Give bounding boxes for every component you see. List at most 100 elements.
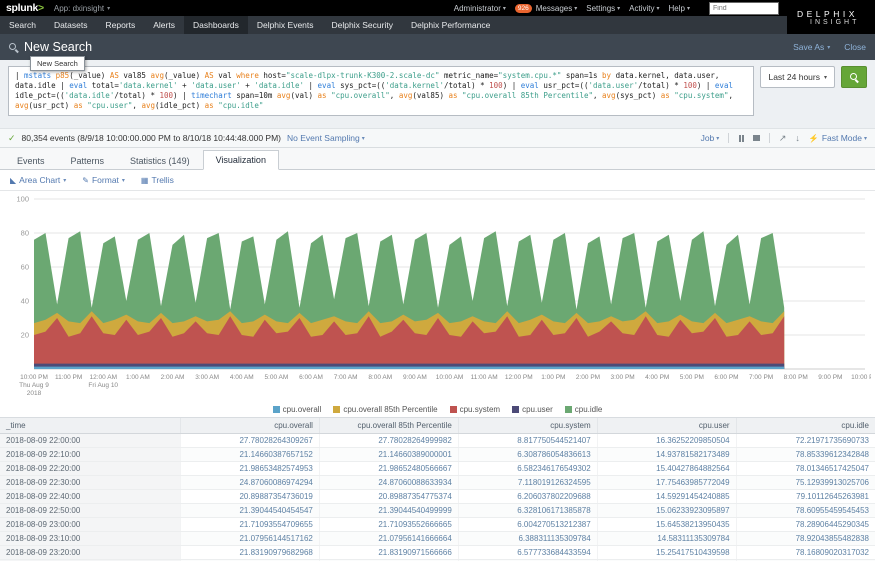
- find-input[interactable]: [709, 2, 779, 15]
- value-cell[interactable]: 27.78028264999982: [319, 434, 458, 448]
- legend-item-cpu-system[interactable]: cpu.system: [450, 405, 500, 414]
- value-cell[interactable]: 78.85339612342848: [736, 448, 875, 462]
- value-cell[interactable]: 6.308786054836613: [458, 448, 597, 462]
- time-cell[interactable]: 2018-08-09 22:00:00: [0, 434, 181, 448]
- tab-visualization[interactable]: Visualization: [203, 150, 279, 170]
- value-cell[interactable]: 78.01346517425047: [736, 462, 875, 476]
- nav-item-alerts[interactable]: Alerts: [144, 16, 184, 34]
- value-cell[interactable]: 78.28906445290345: [736, 518, 875, 532]
- value-cell[interactable]: 6.582346176549302: [458, 462, 597, 476]
- value-cell[interactable]: 21.71093552666665: [319, 518, 458, 532]
- value-cell[interactable]: 14.58311135309784: [597, 532, 736, 546]
- column-header-cpu-overall[interactable]: cpu.overall: [181, 418, 320, 434]
- value-cell[interactable]: 21.07956144517162: [181, 532, 320, 546]
- column-header-cpu-idle[interactable]: cpu.idle: [736, 418, 875, 434]
- save-as-menu[interactable]: Save As▾: [793, 42, 830, 52]
- tab-events[interactable]: Events: [4, 151, 58, 170]
- time-cell[interactable]: 2018-08-09 22:50:00: [0, 504, 181, 518]
- topbar-menu-settings[interactable]: Settings▾: [586, 4, 620, 13]
- tab-patterns[interactable]: Patterns: [58, 151, 118, 170]
- value-cell[interactable]: 17.75463985772049: [597, 476, 736, 490]
- value-cell[interactable]: 78.16809020317032: [736, 546, 875, 560]
- legend-item-cpu-overall[interactable]: cpu.overall: [273, 405, 322, 414]
- nav-item-dashboards[interactable]: Dashboards: [184, 16, 248, 34]
- value-cell[interactable]: 20.89887354736019: [181, 490, 320, 504]
- app-menu[interactable]: App: dxinsight▾: [54, 4, 110, 13]
- nav-item-delphix-security[interactable]: Delphix Security: [323, 16, 402, 34]
- chart-type-picker[interactable]: ◣Area Chart▾: [10, 175, 66, 185]
- value-cell[interactable]: 15.64538213950435: [597, 518, 736, 532]
- time-cell[interactable]: 2018-08-09 22:40:00: [0, 490, 181, 504]
- time-cell[interactable]: 2018-08-09 23:20:00: [0, 546, 181, 560]
- close-button[interactable]: Close: [844, 42, 866, 52]
- export-button[interactable]: ↓: [795, 133, 800, 143]
- share-button[interactable]: ↗: [779, 133, 787, 144]
- pause-button[interactable]: [738, 135, 744, 142]
- value-cell[interactable]: 6.206037802209688: [458, 490, 597, 504]
- value-cell[interactable]: 21.71093554709655: [181, 518, 320, 532]
- value-cell[interactable]: 78.92043855482838: [736, 532, 875, 546]
- value-cell[interactable]: 21.07956141666664: [319, 532, 458, 546]
- nav-item-delphix-events[interactable]: Delphix Events: [248, 16, 323, 34]
- time-cell[interactable]: 2018-08-09 22:10:00: [0, 448, 181, 462]
- time-cell[interactable]: 2018-08-09 22:30:00: [0, 476, 181, 490]
- area-series-cpu-overall[interactable]: [34, 367, 784, 369]
- value-cell[interactable]: 20.89887354775374: [319, 490, 458, 504]
- value-cell[interactable]: 7.118019126324595: [458, 476, 597, 490]
- time-range-picker[interactable]: Last 24 hours▾: [760, 66, 835, 88]
- value-cell[interactable]: 15.40427864882564: [597, 462, 736, 476]
- topbar-menu-help[interactable]: Help▾: [669, 4, 690, 13]
- value-cell[interactable]: 79.10112645263981: [736, 490, 875, 504]
- trellis-button[interactable]: ▦Trellis: [141, 175, 174, 185]
- topbar-menu-messages[interactable]: 926Messages▾: [515, 4, 577, 13]
- value-cell[interactable]: 6.388311135309784: [458, 532, 597, 546]
- value-cell[interactable]: 24.87060088633934: [319, 476, 458, 490]
- value-cell[interactable]: 78.60955459545453: [736, 504, 875, 518]
- search-query-input[interactable]: | mstats p85(_value) AS val85 avg(_value…: [8, 66, 754, 116]
- value-cell[interactable]: 16.36252209850504: [597, 434, 736, 448]
- event-sampling-dropdown[interactable]: No Event Sampling▾: [287, 133, 365, 143]
- legend-item-cpu-user[interactable]: cpu.user: [512, 405, 553, 414]
- value-cell[interactable]: 21.98653482574953: [181, 462, 320, 476]
- time-cell[interactable]: 2018-08-09 22:20:00: [0, 462, 181, 476]
- column-header-time[interactable]: _time: [0, 418, 181, 434]
- column-header-cpu-system[interactable]: cpu.system: [458, 418, 597, 434]
- legend-item-cpu-idle[interactable]: cpu.idle: [565, 405, 603, 414]
- tab-statistics-149[interactable]: Statistics (149): [117, 151, 203, 170]
- value-cell[interactable]: 14.93781582173489: [597, 448, 736, 462]
- value-cell[interactable]: 21.83190979682968: [181, 546, 320, 560]
- value-cell[interactable]: 27.78028264309267: [181, 434, 320, 448]
- cpu-usage-area-chart[interactable]: 2040608010010:00 PMThu Aug 9201811:00 PM…: [4, 193, 871, 399]
- value-cell[interactable]: 21.14660387657152: [181, 448, 320, 462]
- splunk-logo[interactable]: splunk>: [6, 2, 44, 14]
- stop-button[interactable]: [753, 135, 760, 142]
- time-cell[interactable]: 2018-08-09 23:00:00: [0, 518, 181, 532]
- search-submit-button[interactable]: [841, 66, 867, 88]
- value-cell[interactable]: 14.59291454240885: [597, 490, 736, 504]
- search-mode-menu[interactable]: ⚡Fast Mode▾: [809, 133, 867, 143]
- nav-item-reports[interactable]: Reports: [96, 16, 144, 34]
- value-cell[interactable]: 6.004270513212387: [458, 518, 597, 532]
- format-menu[interactable]: ✎Format▾: [82, 175, 125, 185]
- value-cell[interactable]: 21.83190971566666: [319, 546, 458, 560]
- nav-item-search[interactable]: Search: [0, 16, 45, 34]
- column-header-cpu-user[interactable]: cpu.user: [597, 418, 736, 434]
- legend-item-cpu-overall-85th-percentile[interactable]: cpu.overall 85th Percentile: [333, 405, 437, 414]
- topbar-menu-administrator[interactable]: Administrator▾: [454, 4, 506, 13]
- column-header-cpu-overall-85th-percentile[interactable]: cpu.overall 85th Percentile: [319, 418, 458, 434]
- nav-item-delphix-performance[interactable]: Delphix Performance: [402, 16, 499, 34]
- time-cell[interactable]: 2018-08-09 23:10:00: [0, 532, 181, 546]
- value-cell[interactable]: 21.39044540454547: [181, 504, 320, 518]
- job-menu[interactable]: Job▾: [701, 133, 720, 143]
- value-cell[interactable]: 8.817750544521407: [458, 434, 597, 448]
- value-cell[interactable]: 21.98652480566667: [319, 462, 458, 476]
- value-cell[interactable]: 75.12939913025706: [736, 476, 875, 490]
- value-cell[interactable]: 24.87060086974294: [181, 476, 320, 490]
- topbar-menu-activity[interactable]: Activity▾: [629, 4, 659, 13]
- value-cell[interactable]: 15.06233923095897: [597, 504, 736, 518]
- value-cell[interactable]: 21.14660389000001: [319, 448, 458, 462]
- value-cell[interactable]: 21.39044540499999: [319, 504, 458, 518]
- value-cell[interactable]: 15.25417510439598: [597, 546, 736, 560]
- value-cell[interactable]: 6.328106171385878: [458, 504, 597, 518]
- value-cell[interactable]: 6.577733684433594: [458, 546, 597, 560]
